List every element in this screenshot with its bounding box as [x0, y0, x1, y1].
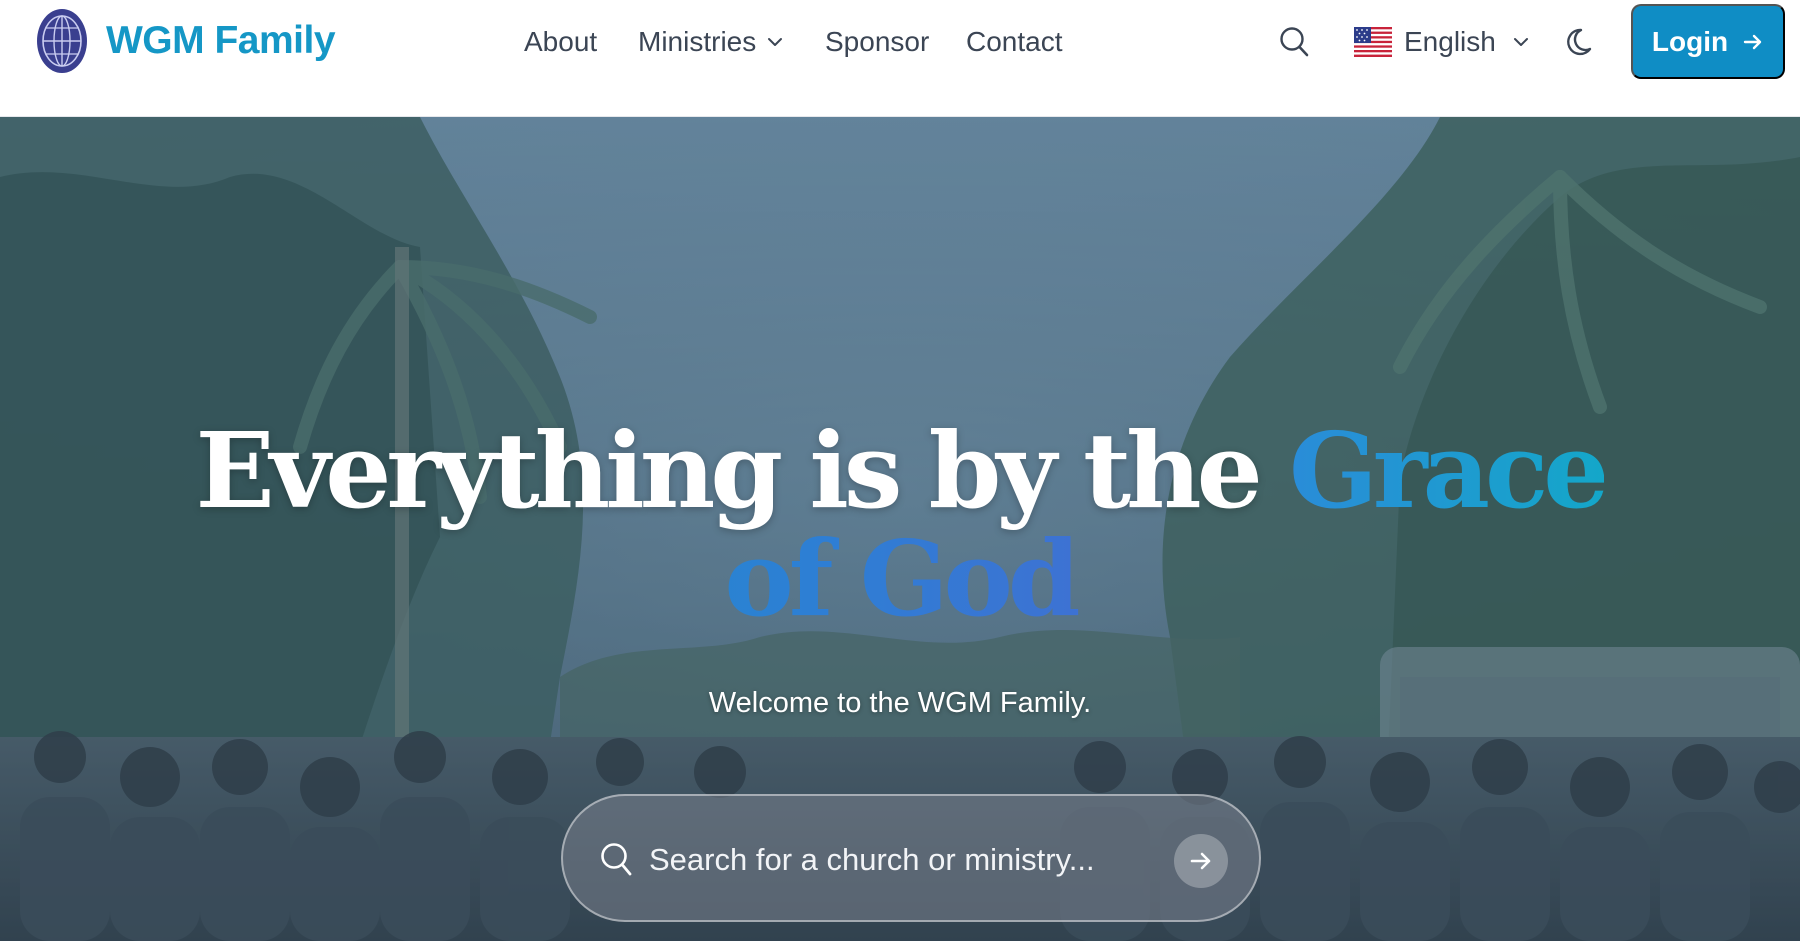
headline-accent-of-god: of God [0, 525, 1800, 633]
chevron-down-icon [768, 38, 783, 46]
nav-contact[interactable]: Contact [966, 20, 1063, 64]
nav-sponsor[interactable]: Sponsor [825, 20, 929, 64]
arrow-right-icon [1743, 34, 1762, 49]
nav-sponsor-label: Sponsor [825, 26, 930, 57]
chevron-down-icon [1513, 38, 1528, 46]
moon-icon[interactable] [1566, 24, 1598, 60]
nav-about[interactable]: About [524, 20, 597, 64]
nav-ministries-label: Ministries [638, 26, 757, 57]
headline-text: Everything is by the [195, 409, 1289, 532]
hero-headline: Everything is by the Grace of God [0, 417, 1800, 633]
church-search-input[interactable] [649, 830, 1169, 890]
site-header: WGM Family About Ministries Sponsor Cont… [0, 0, 1800, 117]
nav-contact-label: Contact [966, 26, 1063, 57]
church-search-bar[interactable] [561, 794, 1261, 922]
login-label: Login [1651, 25, 1729, 57]
language-selector[interactable]: English [1354, 20, 1530, 64]
nav-about-label: About [524, 26, 598, 57]
search-icon [601, 843, 632, 876]
headline-accent-grace: Grace [1288, 409, 1609, 532]
arrow-right-icon [1190, 852, 1211, 870]
main-nav: About Ministries Sponsor Contact [0, 20, 1800, 64]
us-flag-icon [1354, 27, 1392, 57]
language-label: English [1404, 26, 1496, 57]
hero-section: Everything is by the Grace of God Welcom… [0, 117, 1800, 941]
search-submit-button[interactable] [1174, 834, 1228, 888]
search-icon[interactable] [1278, 24, 1310, 60]
nav-ministries[interactable]: Ministries [638, 20, 784, 64]
login-button[interactable]: Login [1631, 4, 1785, 79]
hero-subtitle: Welcome to the WGM Family. [708, 687, 1092, 719]
